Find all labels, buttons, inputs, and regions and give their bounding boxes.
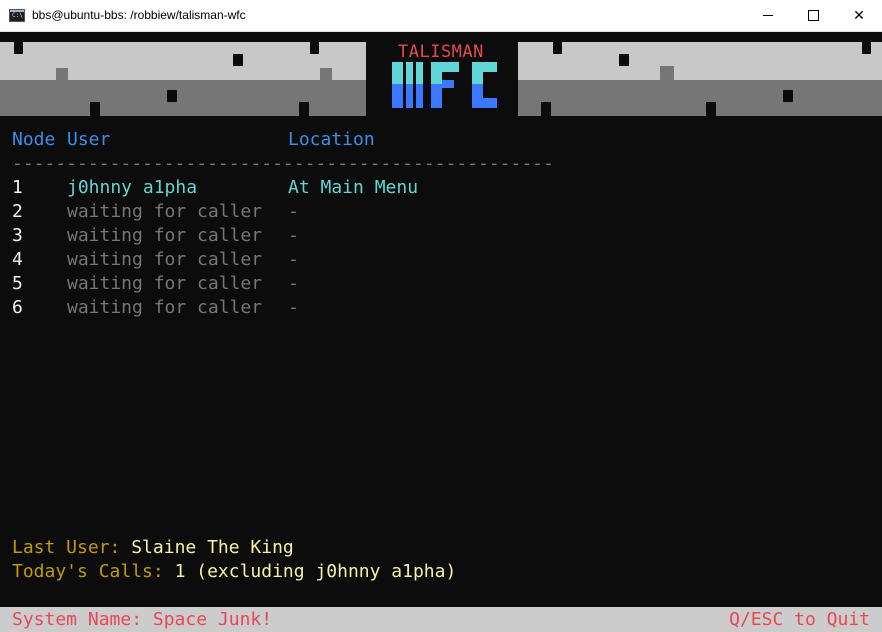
todays-calls-label: Today's Calls: [12,561,175,582]
node-number: 4 [12,249,23,270]
wfc-logo-stroke [431,62,442,84]
banner-art-dot [14,42,23,54]
close-icon: ✕ [853,7,865,23]
node-user: waiting for caller [67,273,263,294]
banner-title: TALISMAN [398,42,484,62]
close-button[interactable]: ✕ [836,0,882,31]
column-header-user: User [67,129,111,150]
maximize-button[interactable] [790,0,836,31]
banner-art-dot [553,42,562,54]
status-bar: System Name: Space Junk! Q/ESC to Quit [0,607,882,632]
node-location: - [288,249,299,270]
title-bar[interactable]: C:\ bbs@ubuntu-bbs: /robbiew/talisman-wf… [0,0,882,32]
node-location: - [288,297,299,318]
banner-art-shade [674,54,854,80]
node-location: At Main Menu [288,177,419,198]
wfc-logo-stroke [483,98,497,108]
wfc-logo-stroke [472,84,483,108]
wfc-logo-stroke [406,84,413,108]
todays-calls-line: Today's Calls: 1 (excluding j0hnny a1pha… [12,560,456,584]
node-number: 3 [12,225,23,246]
terminal-window: C:\ bbs@ubuntu-bbs: /robbiew/talisman-wf… [0,0,882,632]
last-user-label: Last User: [12,537,132,558]
banner-art-shade [320,68,332,82]
header-separator: ----------------------------------------… [12,153,554,174]
node-number: 1 [12,177,23,198]
quit-hint[interactable]: Q/ESC to Quit [729,608,870,632]
banner-art-shade [660,66,674,80]
terminal-icon-label: C:\ [12,12,23,19]
banner-art-dot [299,102,309,116]
banner-art-dot [619,54,629,66]
banner-art-dot [541,102,551,116]
wfc-banner: TALISMAN [0,40,882,116]
column-header-location: Location [288,129,375,150]
node-location: - [288,201,299,222]
terminal-icon: C:\ [9,9,25,22]
node-location: - [288,225,299,246]
banner-art-dot [90,102,100,116]
node-user: waiting for caller [67,201,263,222]
node-user: j0hnny a1pha [67,177,198,198]
column-header-node: Node [12,129,56,150]
window-title: bbs@ubuntu-bbs: /robbiew/talisman-wfc [32,8,246,22]
banner-art-shade [56,68,68,82]
wfc-logo-stroke [416,84,423,108]
node-user: waiting for caller [67,249,263,270]
banner-art-shade [518,54,668,80]
banner-art-dot [310,42,319,54]
wfc-logo-stroke [392,84,403,108]
banner-art-dot [783,90,793,102]
wfc-logo-stroke [442,62,459,72]
banner-art-dot [167,90,177,102]
maximize-icon [807,10,819,21]
banner-art-shade [68,52,330,80]
node-user: waiting for caller [67,225,263,246]
wfc-logo-stroke [431,84,442,108]
minimize-icon [763,15,773,16]
minimize-button[interactable] [745,0,791,31]
node-number: 6 [12,297,23,318]
banner-art-dot [862,42,871,54]
node-number: 5 [12,273,23,294]
last-user-value: Slaine The King [131,537,294,558]
wfc-logo-stroke [483,62,497,72]
terminal-screen[interactable]: TALISMAN Node User Location ------------… [0,32,882,632]
wfc-logo-stroke [416,62,423,84]
node-number: 2 [12,201,23,222]
wfc-logo-stroke [392,62,403,84]
wfc-logo-stroke [472,62,483,84]
banner-art-dot [706,102,716,116]
banner-art-right-bottom [518,80,882,116]
wfc-logo-stroke [442,80,454,88]
banner-art-left-bottom [0,80,366,116]
node-user: waiting for caller [67,297,263,318]
wfc-logo-stroke [406,62,413,84]
last-user-line: Last User: Slaine The King [12,536,294,560]
node-location: - [288,273,299,294]
system-name: System Name: Space Junk! [12,609,273,630]
todays-calls-value: 1 (excluding j0hnny a1pha) [174,561,457,582]
banner-art-dot [233,54,243,66]
